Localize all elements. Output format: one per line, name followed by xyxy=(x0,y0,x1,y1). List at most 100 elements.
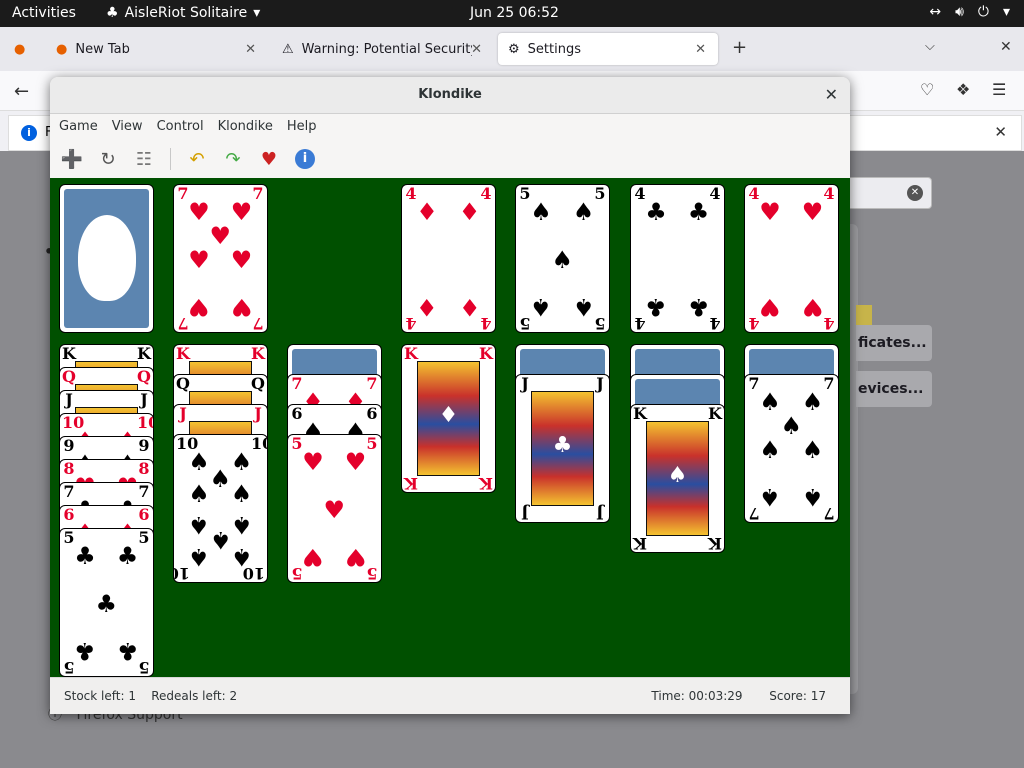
spades-pip-icon: ♠ xyxy=(209,464,232,493)
clubs-pip-icon: ♣ xyxy=(74,637,96,666)
game-board[interactable]: 7 7 7 7 ♥ ♥ ♥ ♥ ♥ ♥ ♥ 4 4 4 4 ♦ ♦ ♦ ♦ 5 5 5 5 ♠ ♠ ♠ ♠ ♠ 4 4 4 4 ♣ ♣ ♣ ♣ 4 4 4 4… xyxy=(50,178,850,677)
diamonds-pip-icon: ♦ xyxy=(458,293,481,322)
info-icon: i xyxy=(295,149,315,169)
tableau-card[interactable]: 7 7 7 7 ♠ ♠ ♠ ♠ ♠ ♠ ♠ xyxy=(744,374,839,523)
clock[interactable]: Jun 25 06:52 xyxy=(470,5,559,21)
tab-strip: ● ● New Tab ✕ ⚠ Warning: Potential Secur… xyxy=(0,27,1024,71)
undo-icon: ↶ xyxy=(189,148,205,170)
card-index: Q xyxy=(176,374,190,393)
system-tray[interactable]: ↔ 🔊︎ ⏻ ▾ xyxy=(929,4,1010,20)
close-tab-icon[interactable]: ✕ xyxy=(245,42,256,57)
foundation-4[interactable]: 4 4 4 4 ♥ ♥ ♥ ♥ xyxy=(744,184,839,333)
tableau-card[interactable]: 5 5 5 5 ♥ ♥ ♥ ♥ ♥ xyxy=(287,434,382,583)
card-index: 7 xyxy=(823,504,835,523)
hearts-pip-icon: ♥ xyxy=(230,197,253,226)
pocket-icon[interactable]: ♡ xyxy=(920,80,934,99)
close-icon[interactable]: ✕ xyxy=(825,85,838,104)
app-menu[interactable]: ♣ AisleRiot Solitaire ▾ xyxy=(106,5,260,21)
help-button[interactable]: i xyxy=(293,147,317,171)
window-titlebar[interactable]: Klondike ✕ xyxy=(50,77,850,114)
tableau-card[interactable]: 5 5 5 5 ♣ ♣ ♣ ♣ ♣ xyxy=(59,528,154,677)
hearts-pip-icon: ♥ xyxy=(801,197,824,226)
card-index: K xyxy=(708,404,722,423)
power-icon: ⏻ xyxy=(977,4,989,20)
redo-button[interactable]: ↷ xyxy=(221,147,245,171)
card-index: 5 xyxy=(138,658,150,677)
tableau-card[interactable]: K K K K ♠ xyxy=(630,404,725,553)
close-tab-icon[interactable]: ✕ xyxy=(471,42,482,57)
card-index: 5 xyxy=(138,528,150,547)
menu-klondike[interactable]: Klondike xyxy=(218,114,287,140)
card-index: J xyxy=(179,404,187,423)
foundation-2[interactable]: 5 5 5 5 ♠ ♠ ♠ ♠ ♠ xyxy=(515,184,610,333)
spades-pip-icon: ♠ xyxy=(230,543,253,572)
card-index: K xyxy=(62,344,76,363)
list-tabs-icon[interactable]: ⌵ xyxy=(925,39,935,54)
card-index: 9 xyxy=(138,436,150,455)
spades-pip-icon: ♠ xyxy=(801,387,824,416)
undo-button[interactable]: ↶ xyxy=(185,147,209,171)
diamonds-pip-icon: ♦ xyxy=(458,197,481,226)
card-index: J xyxy=(65,390,73,409)
card-index: K xyxy=(251,344,265,363)
clubs-pip-icon: ♣ xyxy=(74,541,96,570)
card-index: 5 xyxy=(594,184,606,203)
gnome-foot-icon xyxy=(78,215,136,301)
menu-icon[interactable]: ☰ xyxy=(992,80,1006,99)
gear-icon: ⚙ xyxy=(508,41,520,57)
view-certificates-button[interactable]: ficates... xyxy=(856,325,932,361)
tab-settings[interactable]: ⚙ Settings ✕ xyxy=(498,33,718,65)
hearts-pip-icon: ♥ xyxy=(188,245,210,274)
court-card-portrait: ♣ xyxy=(531,391,594,506)
menu-help[interactable]: Help xyxy=(287,114,331,140)
spades-pip-icon: ♠ xyxy=(188,447,210,476)
hearts-pip-icon: ♥ xyxy=(209,221,232,250)
spades-pip-icon: ♠ xyxy=(230,479,253,508)
foundation-1[interactable]: 4 4 4 4 ♦ ♦ ♦ ♦ xyxy=(401,184,496,333)
card-index: K xyxy=(404,344,418,363)
tab-security-warning[interactable]: ⚠ Warning: Potential Security R ✕ xyxy=(272,33,494,65)
tab-pinned[interactable]: ● xyxy=(4,33,40,65)
court-card-portrait: ♠ xyxy=(646,421,709,536)
waste-card[interactable]: 7 7 7 7 ♥ ♥ ♥ ♥ ♥ ♥ ♥ xyxy=(173,184,268,333)
spades-pip-icon: ♠ xyxy=(530,293,552,322)
close-icon[interactable]: ✕ xyxy=(994,123,1007,141)
card-index: 10 xyxy=(251,434,267,453)
select-game-button[interactable]: ☷ xyxy=(132,147,156,171)
extensions-icon[interactable]: ❖ xyxy=(956,80,970,99)
spades-pip-icon: ♠ xyxy=(230,511,253,540)
tableau-card[interactable]: 10101010♠♠♠♠♠♠♠♠♠♠ xyxy=(173,434,268,583)
menu-view[interactable]: View xyxy=(112,114,157,140)
hint-button[interactable]: ♥ xyxy=(257,147,281,171)
card-index: 4 xyxy=(480,184,492,203)
card-index: J xyxy=(596,504,604,523)
new-tab-button[interactable]: + xyxy=(732,37,747,58)
diamonds-pip-icon: ♦ xyxy=(416,197,438,226)
close-tab-icon[interactable]: ✕ xyxy=(695,42,706,57)
clear-icon[interactable]: ✕ xyxy=(907,185,923,201)
tab-new-tab[interactable]: ● New Tab ✕ xyxy=(46,33,268,65)
card-index: 5 xyxy=(366,434,378,453)
security-devices-button[interactable]: evices... xyxy=(856,371,932,407)
solitaire-window: Klondike ✕ Game View Control Klondike He… xyxy=(50,77,850,714)
back-arrow-icon[interactable]: ← xyxy=(14,81,29,102)
tableau-card[interactable]: K K K K ♦ xyxy=(401,344,496,493)
stock-pile[interactable] xyxy=(59,184,154,333)
stock-status: Stock left: 1 Redeals left: 2 xyxy=(64,689,237,703)
menu-bar: Game View Control Klondike Help xyxy=(50,114,850,140)
activities-button[interactable]: Activities xyxy=(12,5,76,21)
settings-search-input[interactable]: ✕ xyxy=(842,177,932,209)
window-title: Klondike xyxy=(418,87,482,102)
new-game-button[interactable]: ➕ xyxy=(60,147,84,171)
menu-control[interactable]: Control xyxy=(157,114,218,140)
menu-game[interactable]: Game xyxy=(59,114,112,140)
close-window-icon[interactable]: ✕ xyxy=(1000,39,1012,55)
hearts-pip-icon: ♥ xyxy=(344,447,367,476)
tableau-card[interactable]: J J J J ♣ xyxy=(515,374,610,523)
card-index: K xyxy=(137,344,151,363)
restart-button[interactable]: ↻ xyxy=(96,147,120,171)
card-index: K xyxy=(633,534,647,553)
tab-label: Settings xyxy=(527,41,581,57)
foundation-3[interactable]: 4 4 4 4 ♣ ♣ ♣ ♣ xyxy=(630,184,725,333)
spades-pip-icon: ♠ xyxy=(780,411,803,440)
